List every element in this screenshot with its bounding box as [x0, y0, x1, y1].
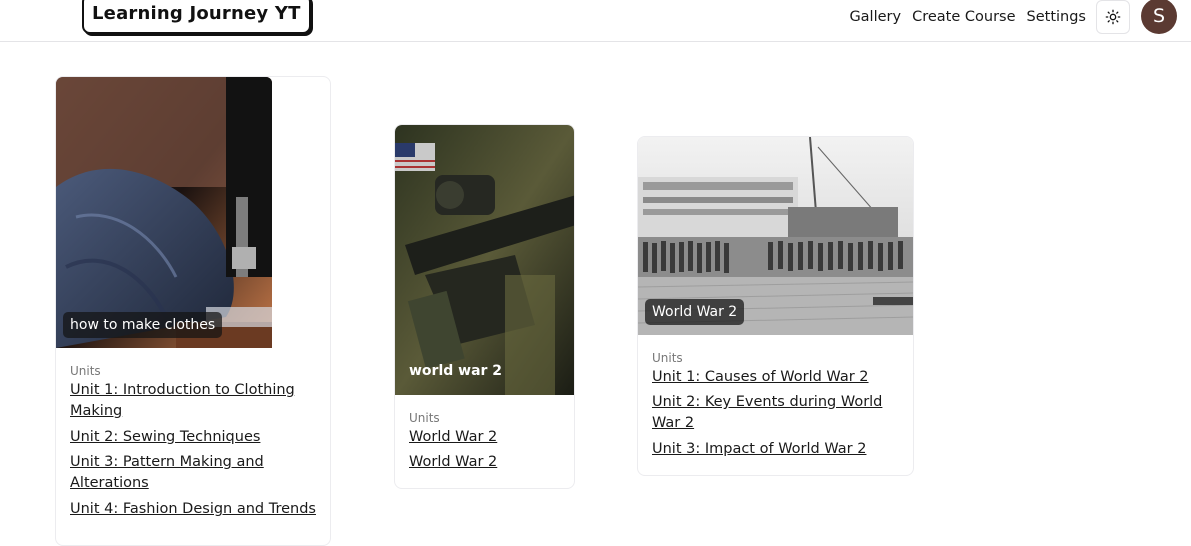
units-label: Units: [70, 364, 101, 378]
units-label: Units: [409, 411, 440, 425]
nav-settings-link[interactable]: Settings: [1027, 9, 1086, 25]
unit-link[interactable]: Unit 3: Pattern Making and Alterations: [70, 452, 290, 494]
nav-links: Gallery Create Course Settings S: [849, 0, 1191, 34]
unit-link[interactable]: Unit 2: Sewing Techniques: [70, 427, 260, 448]
course-card: how to make clothes Units Unit 1: Introd…: [55, 76, 331, 546]
unit-link[interactable]: Unit 1: Introduction to Clothing Making: [70, 380, 310, 422]
course-title-label: world war 2: [409, 363, 503, 379]
course-card: world war 2 Units World War 2 World War …: [394, 124, 575, 489]
unit-link[interactable]: Unit 4: Fashion Design and Trends: [70, 499, 316, 520]
unit-link[interactable]: Unit 3: Impact of World War 2: [652, 439, 866, 460]
unit-link[interactable]: Unit 1: Causes of World War 2: [652, 367, 869, 388]
course-title-label: World War 2: [645, 299, 745, 325]
user-avatar[interactable]: S: [1141, 0, 1177, 34]
unit-link[interactable]: World War 2: [409, 427, 497, 448]
app-logo[interactable]: Learning Journey YT: [82, 0, 311, 34]
unit-link[interactable]: World War 2: [409, 452, 497, 473]
course-image-rifle[interactable]: world war 2: [395, 125, 574, 395]
course-image-sewing[interactable]: how to make clothes: [56, 77, 272, 348]
course-title-label: how to make clothes: [63, 312, 223, 338]
unit-link[interactable]: Unit 2: Key Events during World War 2: [652, 392, 892, 434]
nav-create-course-link[interactable]: Create Course: [912, 9, 1015, 25]
units-label: Units: [652, 351, 683, 365]
sun-icon: [1105, 9, 1121, 25]
course-card: World War 2 Units Unit 1: Causes of Worl…: [637, 136, 914, 476]
nav-gallery-link[interactable]: Gallery: [849, 9, 901, 25]
theme-toggle-button[interactable]: [1096, 0, 1130, 34]
top-nav-bar: Learning Journey YT Gallery Create Cours…: [0, 0, 1191, 42]
course-image-troops[interactable]: World War 2: [638, 137, 913, 335]
